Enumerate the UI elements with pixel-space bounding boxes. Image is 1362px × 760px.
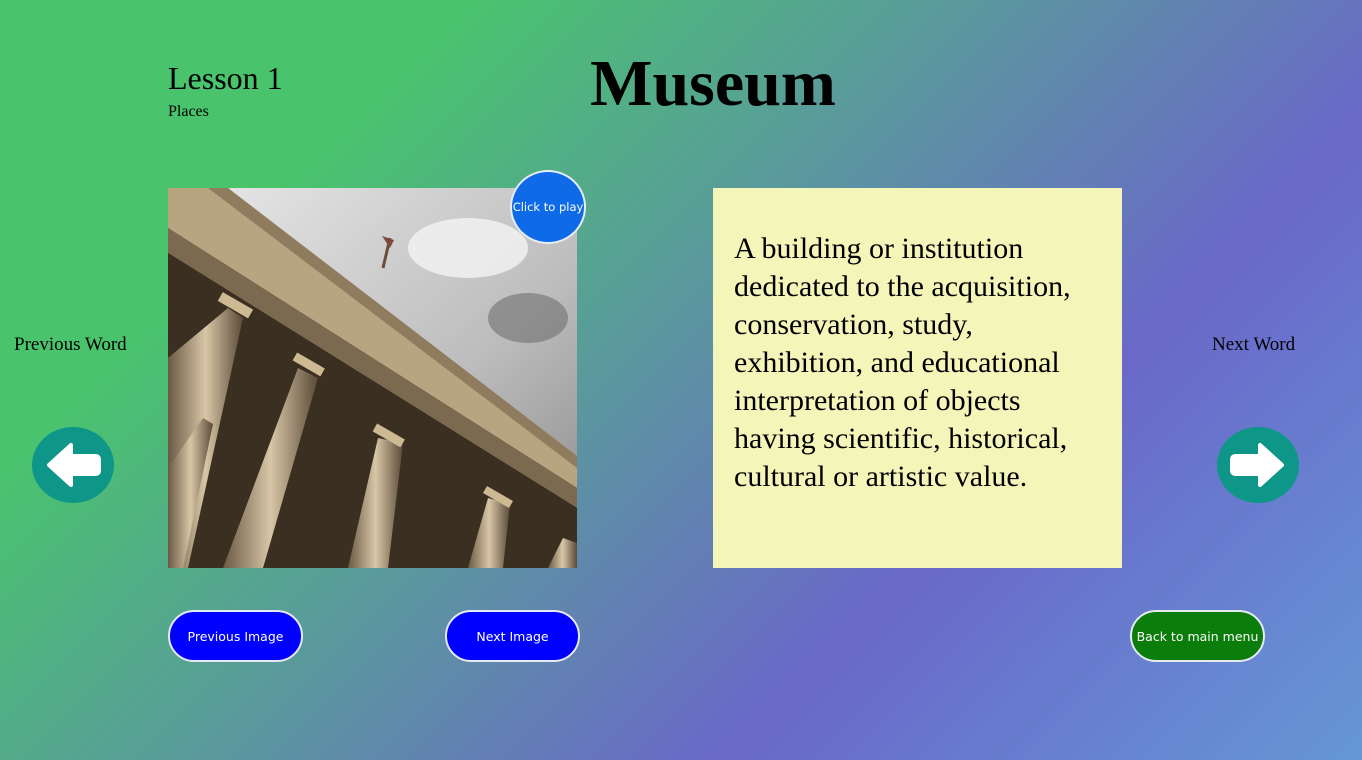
arrow-left-icon bbox=[47, 443, 101, 487]
definition-text: A building or institution dedicated to t… bbox=[734, 232, 1071, 493]
definition-card: A building or institution dedicated to t… bbox=[713, 188, 1122, 568]
previous-image-button[interactable]: Previous Image bbox=[168, 610, 303, 662]
lesson-title: Lesson 1 bbox=[168, 60, 283, 96]
lesson-category: Places bbox=[168, 103, 209, 120]
arrow-right-icon bbox=[1230, 443, 1284, 487]
next-image-button[interactable]: Next Image bbox=[445, 610, 580, 662]
previous-word-label: Previous Word bbox=[14, 334, 127, 355]
previous-word-button[interactable] bbox=[32, 427, 114, 503]
museum-photo bbox=[168, 188, 577, 568]
play-audio-button[interactable]: Click to play bbox=[510, 170, 586, 244]
word-title: Museum bbox=[590, 47, 836, 120]
next-word-button[interactable] bbox=[1217, 427, 1299, 503]
next-word-label: Next Word bbox=[1212, 334, 1296, 355]
back-to-main-menu-button[interactable]: Back to main menu bbox=[1130, 610, 1265, 662]
